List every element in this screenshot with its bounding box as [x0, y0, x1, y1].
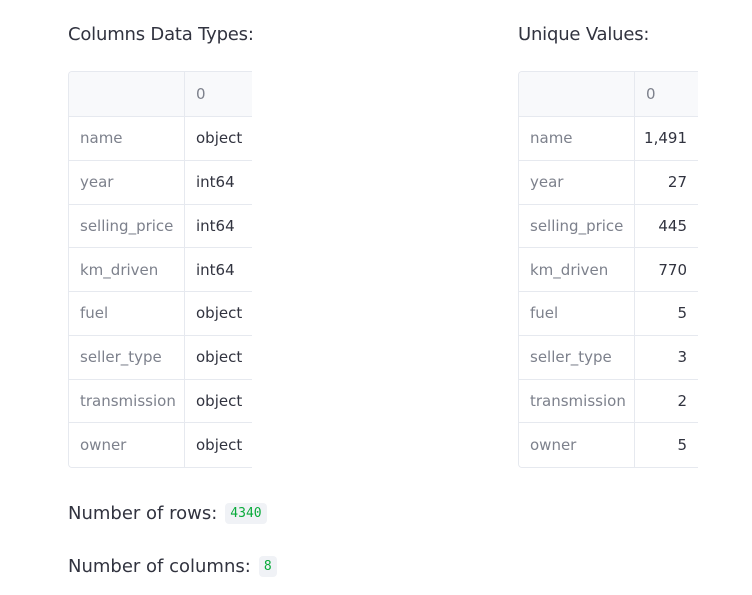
table-row: seller_type object	[69, 335, 252, 380]
table-header-row: 0	[519, 72, 698, 117]
row-label: km_driven	[519, 248, 635, 291]
row-value: object	[196, 436, 243, 455]
row-value: object	[196, 391, 243, 410]
table-row: km_driven 770	[519, 248, 698, 292]
row-label: selling_price	[519, 204, 635, 248]
row-value: int64	[196, 216, 235, 235]
row-label: name	[519, 117, 635, 160]
row-label: year	[69, 160, 185, 204]
row-label: fuel	[69, 292, 185, 335]
row-count-line: Number of rows: 4340	[68, 503, 267, 524]
column-count-line: Number of columns: 8	[68, 556, 277, 577]
row-count-value: 4340	[225, 503, 267, 524]
unique-values-table: 0 name 1,491 year 27 selling_price 445 k…	[518, 71, 698, 468]
row-value: 5	[677, 304, 687, 323]
table-row: seller_type 3	[519, 335, 698, 380]
row-label: seller_type	[69, 335, 185, 379]
table-row: transmission 2	[519, 379, 698, 424]
table-row: owner 5	[519, 423, 698, 467]
row-value: object	[196, 129, 243, 148]
table-row: name object	[69, 117, 252, 161]
row-value: 2	[677, 391, 687, 410]
row-value: object	[196, 304, 243, 323]
table-row: km_driven int64	[69, 248, 252, 292]
column-count-label: Number of columns:	[68, 556, 251, 577]
row-label: fuel	[519, 292, 635, 335]
table-row: fuel 5	[519, 292, 698, 336]
table-row: selling_price 445	[519, 204, 698, 249]
row-value: 445	[658, 216, 687, 235]
index-header-cell	[69, 72, 185, 116]
table-row: name 1,491	[519, 117, 698, 161]
table-row: transmission object	[69, 379, 252, 424]
table-row: selling_price int64	[69, 204, 252, 249]
row-value: object	[196, 348, 243, 367]
row-label: seller_type	[519, 335, 635, 379]
dtypes-table: 0 name object year int64 selling_price i…	[68, 71, 252, 468]
table-row: owner object	[69, 423, 252, 467]
row-label: owner	[69, 423, 185, 467]
row-label: name	[69, 117, 185, 160]
row-value: 27	[667, 173, 687, 192]
column-header-cell: 0	[196, 85, 206, 103]
dtypes-heading: Columns Data Types:	[68, 24, 254, 45]
table-row: year int64	[69, 160, 252, 205]
row-value: 770	[658, 260, 687, 279]
row-label: year	[519, 160, 635, 204]
row-label: selling_price	[69, 204, 185, 248]
column-header-cell: 0	[646, 85, 656, 103]
row-value: int64	[196, 173, 235, 192]
row-value: 5	[677, 436, 687, 455]
row-value: int64	[196, 260, 235, 279]
column-count-value: 8	[258, 556, 277, 577]
row-value: 3	[677, 348, 687, 367]
row-value: 1,491	[644, 129, 687, 148]
row-label: km_driven	[69, 248, 185, 291]
row-label: transmission	[69, 379, 185, 423]
unique-values-heading: Unique Values:	[518, 24, 650, 45]
index-header-cell	[519, 72, 635, 116]
table-row: fuel object	[69, 292, 252, 336]
row-label: owner	[519, 423, 635, 467]
table-header-row: 0	[69, 72, 252, 117]
row-label: transmission	[519, 379, 635, 423]
row-count-label: Number of rows:	[68, 503, 218, 524]
table-row: year 27	[519, 160, 698, 205]
